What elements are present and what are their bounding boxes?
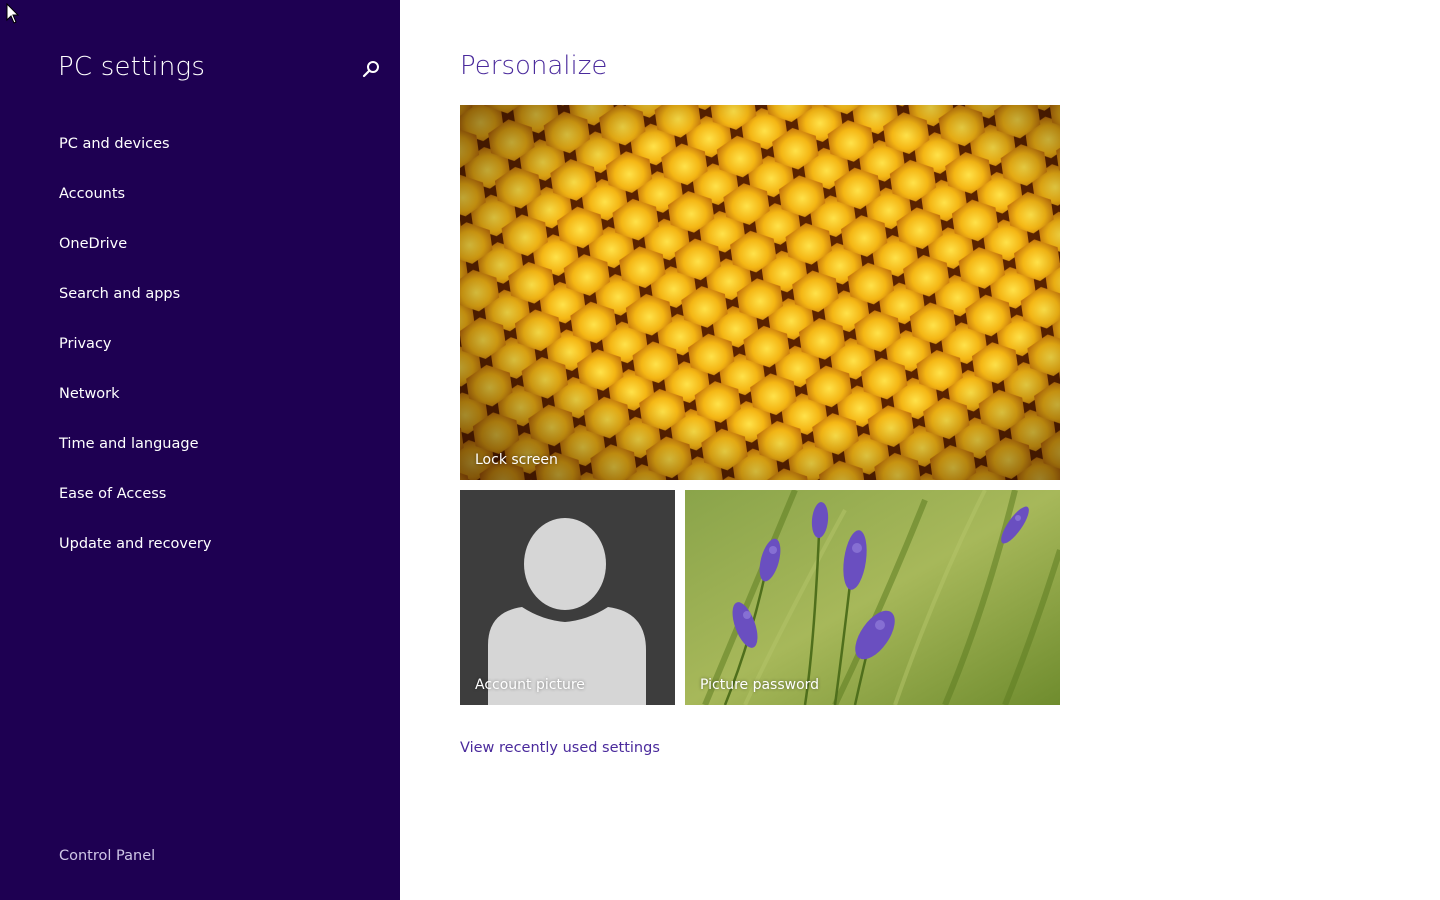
sidebar-item-search-and-apps[interactable]: Search and apps	[59, 280, 211, 330]
sidebar-item-network[interactable]: Network	[59, 380, 211, 430]
lock-screen-tile[interactable]: Lock screen	[460, 105, 1060, 480]
page-title: Personalize	[460, 51, 608, 81]
account-picture-label: Account picture	[475, 677, 585, 693]
picture-password-tile[interactable]: Picture password	[685, 490, 1060, 705]
search-icon[interactable]	[360, 58, 382, 80]
sidebar-item-privacy[interactable]: Privacy	[59, 330, 211, 380]
honeycomb-image	[460, 105, 1060, 480]
sidebar: PC settings PC and devices Accounts OneD…	[0, 0, 400, 900]
sidebar-item-update-and-recovery[interactable]: Update and recovery	[59, 530, 211, 580]
sidebar-item-time-and-language[interactable]: Time and language	[59, 430, 211, 480]
sidebar-title: PC settings	[58, 52, 206, 82]
mouse-cursor-icon	[6, 3, 20, 24]
sidebar-nav: PC and devices Accounts OneDrive Search …	[59, 130, 211, 580]
sidebar-item-pc-and-devices[interactable]: PC and devices	[59, 130, 211, 180]
user-avatar-icon	[460, 490, 675, 705]
sidebar-item-onedrive[interactable]: OneDrive	[59, 230, 211, 280]
account-picture-tile[interactable]: Account picture	[460, 490, 675, 705]
picture-password-label: Picture password	[700, 677, 820, 693]
lavender-image	[685, 490, 1060, 705]
control-panel-link[interactable]: Control Panel	[59, 848, 155, 864]
sidebar-item-ease-of-access[interactable]: Ease of Access	[59, 480, 211, 530]
pc-settings-window: PC settings PC and devices Accounts OneD…	[0, 0, 1440, 900]
sidebar-item-accounts[interactable]: Accounts	[59, 180, 211, 230]
lock-screen-label: Lock screen	[475, 452, 558, 468]
view-recent-settings-link[interactable]: View recently used settings	[460, 740, 660, 756]
